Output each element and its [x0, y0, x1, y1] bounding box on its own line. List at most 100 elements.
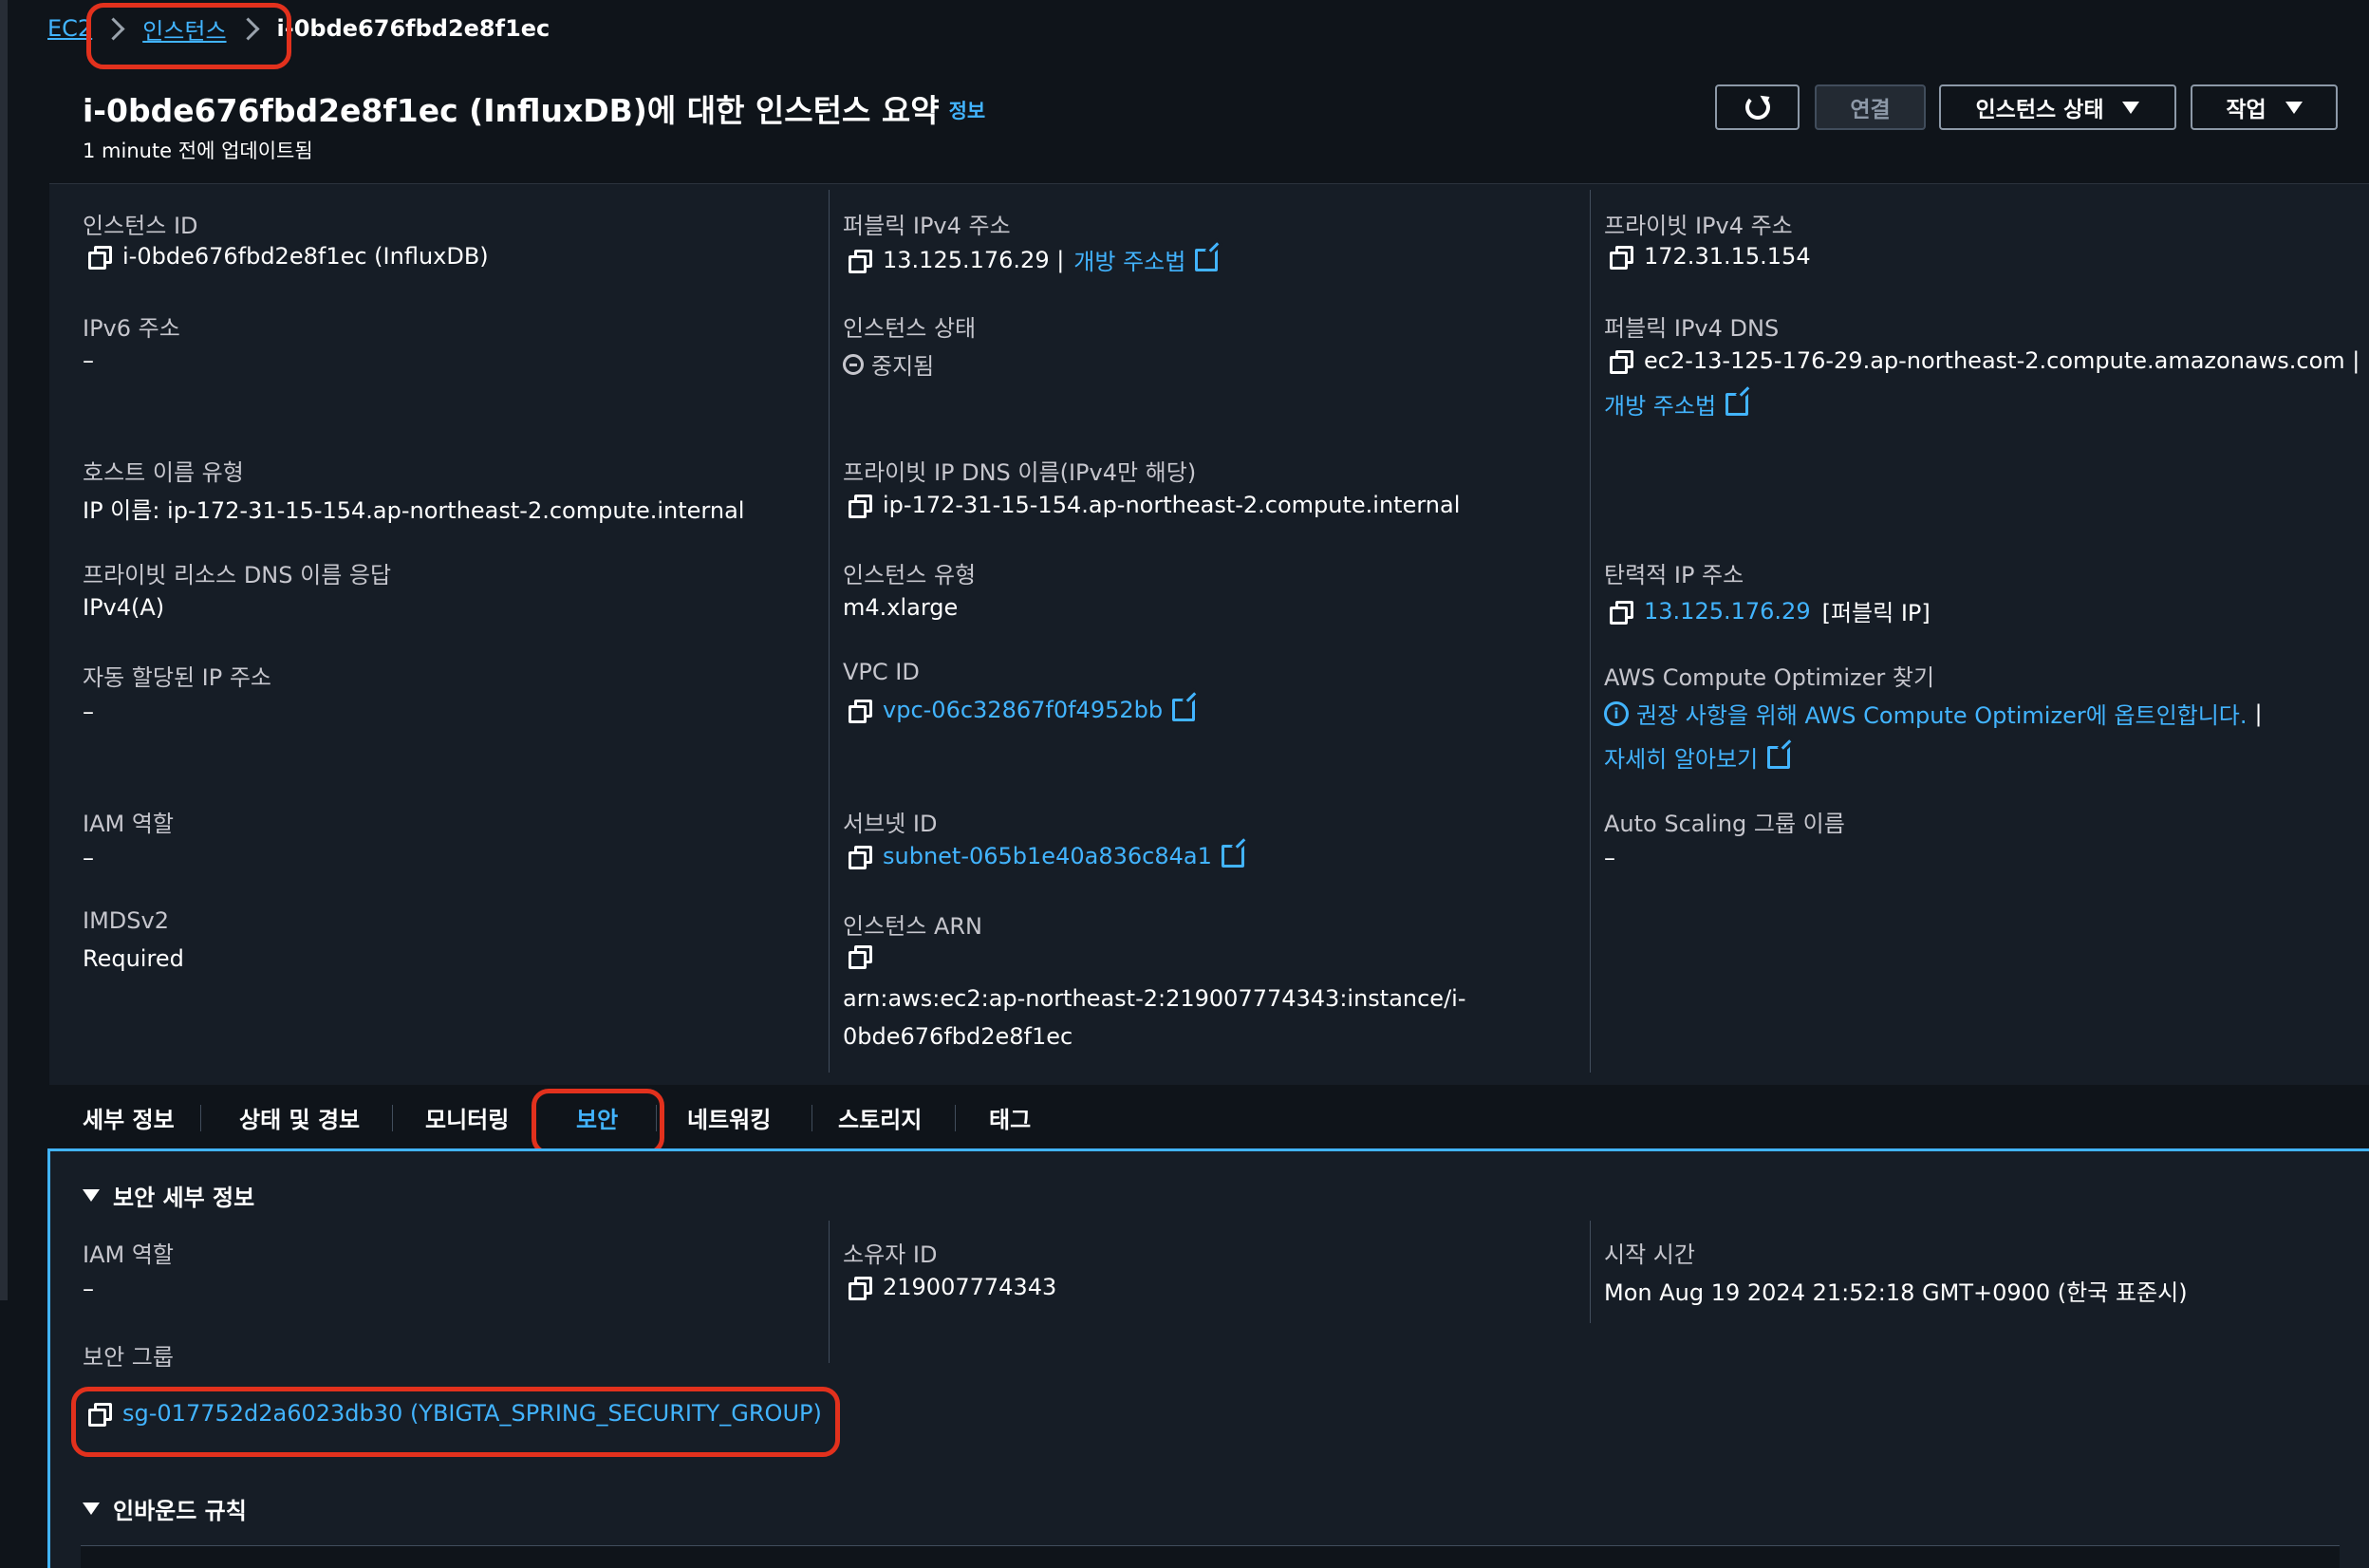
public-dns-label: 퍼블릭 IPv4 DNS: [1604, 315, 1780, 342]
security-iam-role-value: –: [83, 1276, 94, 1302]
copy-icon[interactable]: [849, 700, 872, 723]
auto-ip-value: –: [83, 699, 94, 725]
imdsv2-value: Required: [83, 945, 184, 972]
public-dns-value: ec2-13-125-176-29.ap-northeast-2.compute…: [1604, 347, 2360, 374]
chevron-right-icon: [236, 16, 260, 41]
instance-state-dropdown[interactable]: 인스턴스 상태: [1939, 84, 2176, 130]
auto-ip-label: 자동 할당된 IP 주소: [83, 664, 271, 691]
tab-tags[interactable]: 태그: [989, 1085, 1031, 1149]
copy-icon[interactable]: [849, 846, 872, 869]
tab-divider: [811, 1105, 812, 1131]
instance-state-text: 중지됨: [871, 353, 935, 380]
instance-state-field-label: 인스턴스 상태: [843, 315, 977, 342]
tab-networking[interactable]: 네트워킹: [687, 1085, 771, 1149]
breadcrumb-ec2-link[interactable]: EC2: [47, 15, 92, 42]
instance-type-label: 인스턴스 유형: [843, 562, 977, 588]
security-group-link[interactable]: sg-017752d2a6023db30 (YBIGTA_SPRING_SECU…: [122, 1400, 822, 1427]
copy-icon[interactable]: [849, 249, 872, 273]
external-link-icon[interactable]: [1725, 392, 1749, 416]
copy-icon[interactable]: [849, 495, 872, 518]
owner-id-value: 219007774343: [843, 1274, 1056, 1300]
column-divider: [1590, 1221, 1591, 1323]
page-title: i-0bde676fbd2e8f1ec (InfluxDB)에 대한 인스턴스 …: [83, 85, 985, 131]
column-divider: [829, 1221, 830, 1363]
external-link-icon[interactable]: [1172, 699, 1196, 721]
private-dns-label: 프라이빗 IP DNS 이름(IPv4만 해당): [843, 459, 1197, 486]
subnet-id-label: 서브넷 ID: [843, 811, 938, 837]
tab-divider: [955, 1105, 956, 1131]
instance-arn-label: 인스턴스 ARN: [843, 913, 982, 940]
optimizer-value: i 권장 사항을 위해 AWS Compute Optimizer에 옵트인합니…: [1604, 697, 2263, 730]
page-title-text: i-0bde676fbd2e8f1ec (InfluxDB)에 대한 인스턴스 …: [83, 92, 940, 129]
breadcrumb-current: i-0bde676fbd2e8f1ec: [276, 15, 550, 42]
optimizer-separator: |: [2254, 700, 2263, 727]
caret-down-icon: [83, 1189, 100, 1202]
inbound-rules-toggle[interactable]: 인바운드 규칙: [83, 1492, 247, 1525]
private-ipv4-text: 172.31.15.154: [1644, 243, 1811, 270]
breadcrumb: EC2 인스턴스 i-0bde676fbd2e8f1ec: [47, 8, 550, 49]
caret-down-icon: [83, 1503, 100, 1515]
learn-more-link[interactable]: 자세히 알아보기: [1604, 740, 1758, 774]
left-scrollbar[interactable]: [0, 0, 8, 1300]
copy-icon[interactable]: [1610, 350, 1633, 374]
security-group-label: 보안 그룹: [83, 1344, 174, 1371]
security-panel: [47, 1148, 2369, 1568]
tab-details[interactable]: 세부 정보: [83, 1085, 175, 1149]
copy-icon[interactable]: [1610, 600, 1633, 625]
instance-id-value: i-0bde676fbd2e8f1ec (InfluxDB): [83, 243, 489, 270]
subnet-id-link[interactable]: subnet-065b1e40a836c84a1: [883, 843, 1212, 869]
public-dns-open-link[interactable]: 개방 주소법: [1604, 387, 1716, 420]
column-divider: [1590, 190, 1591, 1073]
tab-status-alarms[interactable]: 상태 및 경보: [239, 1085, 360, 1149]
optimizer-optin-link[interactable]: 권장 사항을 위해 AWS Compute Optimizer에 옵트인합니다.: [1636, 697, 2248, 730]
hostname-type-value: IP 이름: ip-172-31-15-154.ap-northeast-2.c…: [83, 497, 745, 524]
optimizer-learn-more-row: 자세히 알아보기: [1604, 740, 1791, 774]
breadcrumb-instances-link[interactable]: 인스턴스: [142, 12, 226, 46]
actions-dropdown[interactable]: 작업: [2191, 84, 2338, 130]
instance-type-value: m4.xlarge: [843, 594, 959, 621]
copy-icon[interactable]: [88, 1403, 112, 1427]
elastic-ip-value: 13.125.176.29 [퍼블릭 IP]: [1604, 594, 1931, 627]
instance-id-text: i-0bde676fbd2e8f1ec (InfluxDB): [122, 243, 489, 270]
copy-icon[interactable]: [849, 945, 872, 969]
iam-role-value: –: [83, 845, 94, 871]
copy-icon[interactable]: [1610, 246, 1633, 270]
owner-id-text: 219007774343: [883, 1274, 1057, 1300]
external-link-icon[interactable]: [1221, 845, 1244, 868]
public-dns-open-row: 개방 주소법: [1604, 387, 1749, 420]
copy-icon[interactable]: [849, 1277, 872, 1300]
external-link-icon[interactable]: [1195, 248, 1219, 271]
vpc-id-link[interactable]: vpc-06c32867f0f4952bb: [883, 697, 1163, 723]
caret-down-icon: [2285, 101, 2303, 114]
imdsv2-label: IMDSv2: [83, 907, 169, 934]
connect-button[interactable]: 연결: [1815, 84, 1926, 130]
instance-summary-panel: [49, 183, 2369, 1086]
copy-icon[interactable]: [88, 246, 112, 270]
security-iam-role-label: IAM 역할: [83, 1241, 174, 1268]
ec2-instance-summary-page: EC2 인스턴스 i-0bde676fbd2e8f1ec i-0bde676fb…: [0, 0, 2369, 1568]
inbound-rules-title: 인바운드 규칙: [113, 1498, 247, 1524]
tab-storage[interactable]: 스토리지: [838, 1085, 922, 1149]
tab-monitoring[interactable]: 모니터링: [425, 1085, 509, 1149]
instance-id-label: 인스턴스 ID: [83, 213, 198, 239]
public-ipv4-open-link[interactable]: 개방 주소법: [1073, 243, 1185, 276]
refresh-button[interactable]: [1715, 84, 1800, 130]
security-details-toggle[interactable]: 보안 세부 정보: [83, 1179, 254, 1212]
public-dns-text: ec2-13-125-176-29.ap-northeast-2.compute…: [1644, 347, 2360, 374]
info-link[interactable]: 정보: [949, 100, 986, 122]
tab-security[interactable]: 보안: [576, 1085, 618, 1149]
stopped-status-icon: [843, 353, 864, 375]
external-link-icon[interactable]: [1767, 745, 1791, 769]
vpc-id-value: vpc-06c32867f0f4952bb: [843, 697, 1196, 723]
public-ipv4-value: 13.125.176.29 | 개방 주소법: [843, 243, 1219, 276]
ipv6-label: IPv6 주소: [83, 315, 180, 342]
asg-name-value: –: [1604, 845, 1615, 871]
last-updated-text: 1 minute 전에 업데이트됨: [83, 140, 313, 162]
instance-arn-line2: 0bde676fbd2e8f1ec: [843, 1023, 1073, 1050]
private-resource-dns-value: IPv4(A): [83, 594, 165, 621]
elastic-ip-link[interactable]: 13.125.176.29: [1644, 598, 1811, 625]
detail-tabs: 세부 정보 상태 및 경보 모니터링 보안 네트워킹 스토리지 태그: [49, 1085, 2369, 1149]
vpc-id-label: VPC ID: [843, 659, 920, 685]
info-circle-icon: i: [1604, 700, 1629, 726]
private-resource-dns-label: 프라이빗 리소스 DNS 이름 응답: [83, 562, 392, 588]
